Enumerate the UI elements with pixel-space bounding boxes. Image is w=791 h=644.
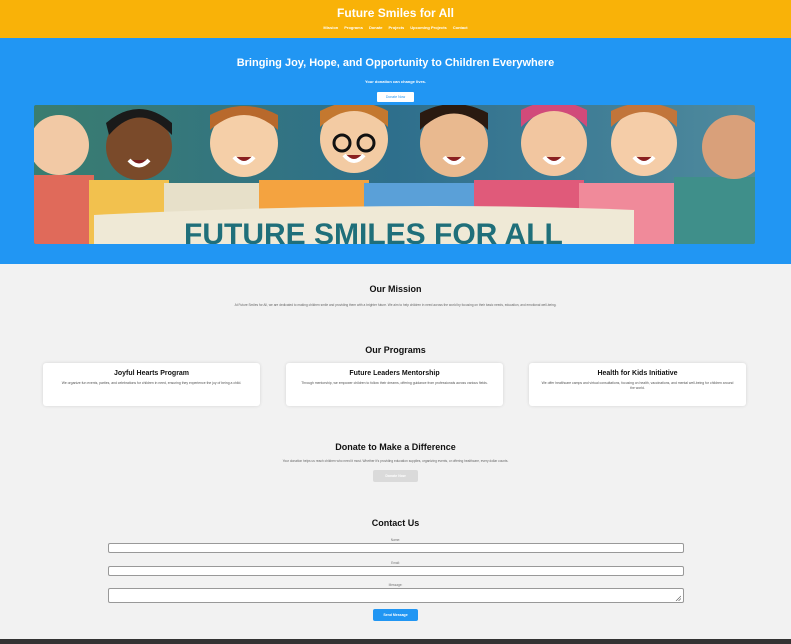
site-header: Future Smiles for All Mission Programs D…: [0, 0, 791, 38]
donate-text: Your donation helps us reach children wh…: [282, 459, 509, 463]
programs-title: Our Programs: [365, 345, 426, 355]
program-card-title: Joyful Hearts Program: [113, 370, 190, 377]
hero-section: Bringing Joy, Hope, and Opportunity to C…: [0, 38, 791, 264]
send-message-button[interactable]: Send Message: [373, 609, 418, 621]
donate-title: Donate to Make a Difference: [335, 442, 456, 452]
hero-donate-button[interactable]: Donate Now: [377, 92, 414, 102]
contact-title: Contact Us: [371, 518, 420, 528]
email-field[interactable]: [107, 566, 684, 576]
site-title: Future Smiles for All: [337, 6, 454, 20]
program-card: Joyful Hearts Program We organize fun ev…: [43, 363, 260, 406]
mission-text: At Future Smiles for All, we are dedicat…: [234, 303, 557, 307]
resize-handle-icon[interactable]: [675, 595, 681, 601]
program-card-title: Future Leaders Mentorship: [349, 370, 440, 377]
program-card-text: We offer healthcare camps and virtual co…: [541, 381, 734, 390]
program-card: Future Leaders Mentorship Through mentor…: [286, 363, 503, 406]
children-illustration: FUTURE SMILES FOR ALL: [34, 105, 755, 244]
donate-section: Donate to Make a Difference Your donatio…: [0, 441, 791, 482]
program-card: Health for Kids Initiative We offer heal…: [529, 363, 746, 406]
donate-now-button[interactable]: Donate Now: [373, 470, 418, 482]
message-textarea[interactable]: [107, 588, 684, 603]
program-cards: Joyful Hearts Program We organize fun ev…: [43, 363, 746, 406]
mission-section: Our Mission At Future Smiles for All, we…: [0, 283, 791, 308]
program-card-text: Through mentorship, we empower children …: [301, 381, 488, 385]
banner-text: FUTURE SMILES FOR ALL: [184, 218, 563, 244]
hero-subtitle: Your donation can change lives.: [364, 79, 427, 84]
mission-title: Our Mission: [369, 284, 422, 294]
nav-link-donate[interactable]: Donate: [369, 25, 383, 31]
nav-link-contact[interactable]: Contact: [453, 25, 468, 31]
main-nav: Mission Programs Donate Projects Upcomin…: [0, 25, 791, 31]
nav-link-upcoming-projects[interactable]: Upcoming Projects: [410, 25, 446, 31]
children-banner-image: FUTURE SMILES FOR ALL: [34, 105, 755, 244]
programs-section: Our Programs Joyful Hearts Program We or…: [0, 344, 791, 406]
nav-link-programs[interactable]: Programs: [344, 25, 363, 31]
nav-link-projects[interactable]: Projects: [389, 25, 405, 31]
contact-section: Contact Us Name: Email: Message: Send Me…: [0, 517, 791, 621]
nav-link-mission[interactable]: Mission: [323, 25, 338, 31]
program-card-title: Health for Kids Initiative: [597, 370, 678, 377]
name-field[interactable]: [107, 543, 684, 553]
hero-title: Bringing Joy, Hope, and Opportunity to C…: [236, 57, 555, 69]
program-card-text: We organize fun events, parties, and cel…: [61, 381, 242, 385]
footer: [0, 639, 791, 644]
